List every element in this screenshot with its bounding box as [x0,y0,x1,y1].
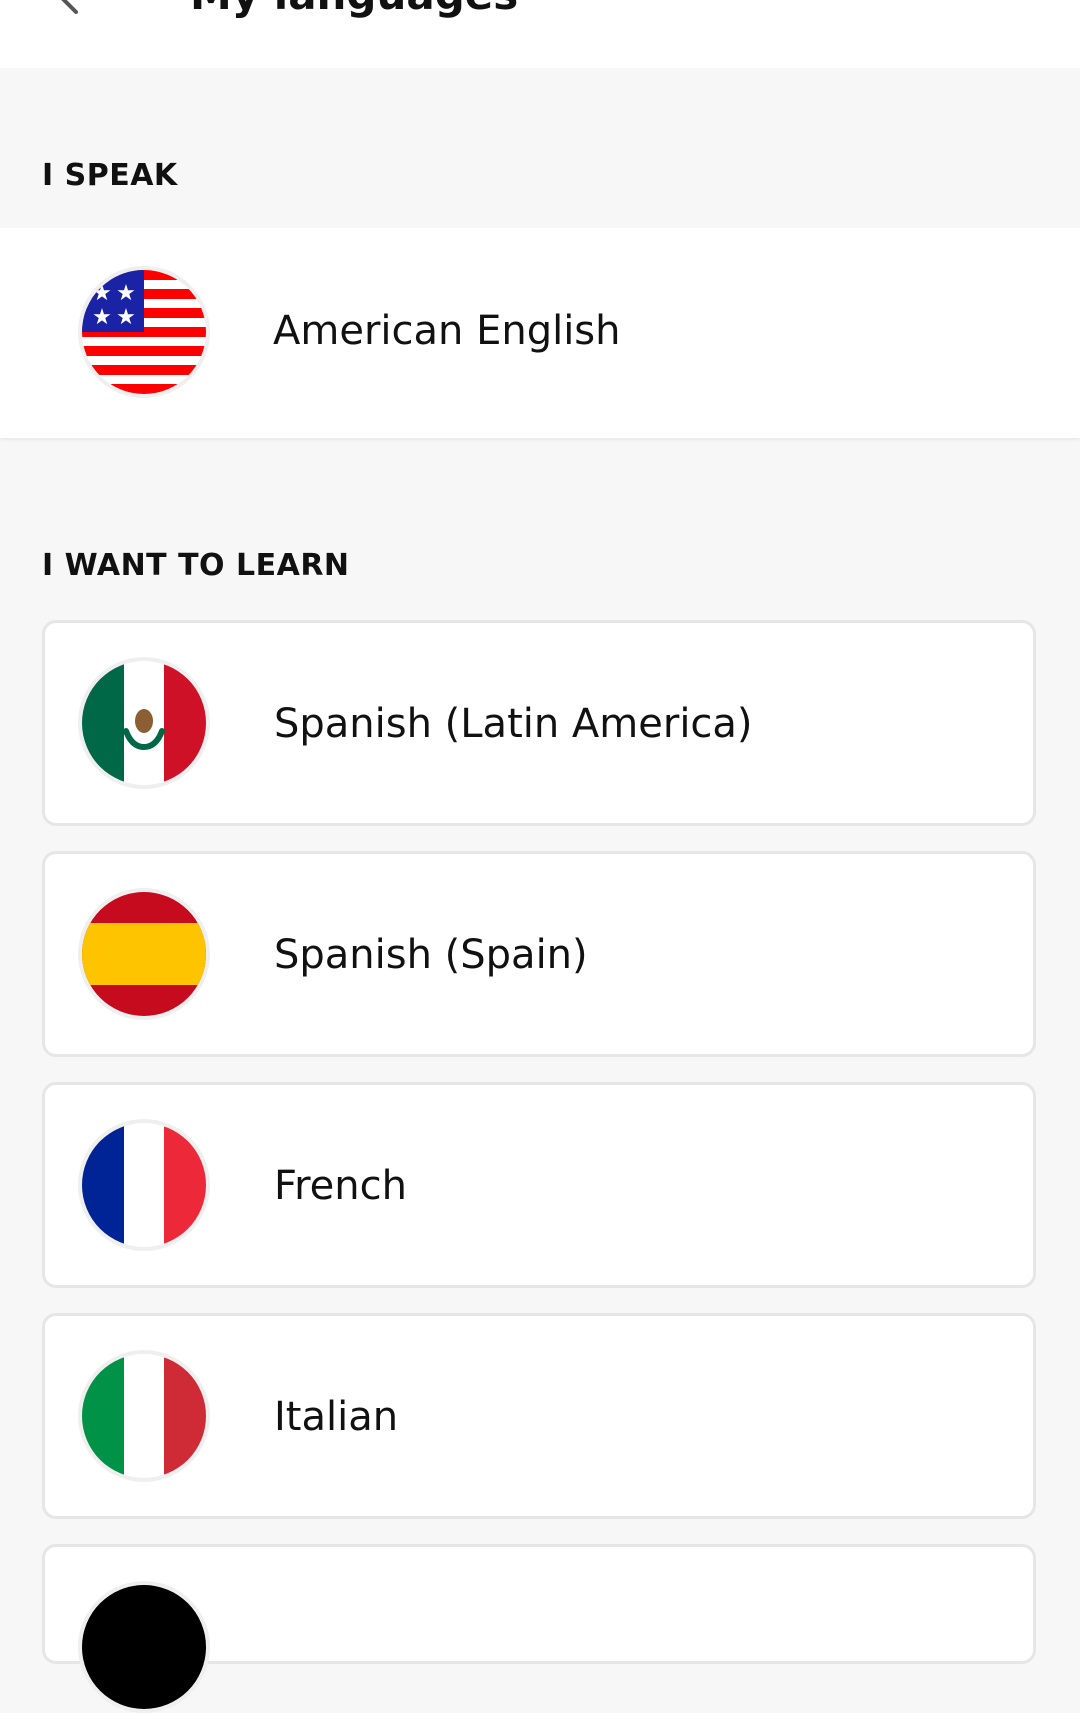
mexico-flag-icon [78,657,210,789]
spain-flag-icon [78,888,210,1020]
language-name: American English [273,308,621,354]
france-flag-icon [78,1119,210,1251]
svg-text:★: ★ [92,305,112,330]
page-title: My languages [190,0,518,19]
language-name: French [274,1163,407,1209]
speak-language-row[interactable]: ★ ★ ★ ★ American English [0,228,1080,438]
svg-text:★: ★ [92,281,112,306]
svg-text:★: ★ [116,305,136,330]
learn-language-card-french[interactable]: French [42,1082,1036,1288]
section-label-i-want-to-learn: I WANT TO LEARN [42,548,350,583]
learn-language-card-spanish-latam[interactable]: Spanish (Latin America) [42,620,1036,826]
language-name: Italian [274,1394,399,1440]
italy-flag-icon [78,1350,210,1482]
section-label-i-speak: I SPEAK [42,158,178,193]
language-name: Spanish (Spain) [274,932,588,978]
learn-language-card-partial[interactable] [42,1544,1036,1713]
language-name: Spanish (Latin America) [274,701,753,747]
chevron-left-icon [50,0,90,22]
learn-language-card-italian[interactable]: Italian [42,1313,1036,1519]
top-app-bar: My languages [0,0,1080,68]
us-flag-icon: ★ ★ ★ ★ [78,266,210,398]
svg-text:★: ★ [116,281,136,306]
learn-language-card-spanish-spain[interactable]: Spanish (Spain) [42,851,1036,1057]
back-button[interactable] [40,0,100,30]
flag-icon [78,1581,210,1713]
